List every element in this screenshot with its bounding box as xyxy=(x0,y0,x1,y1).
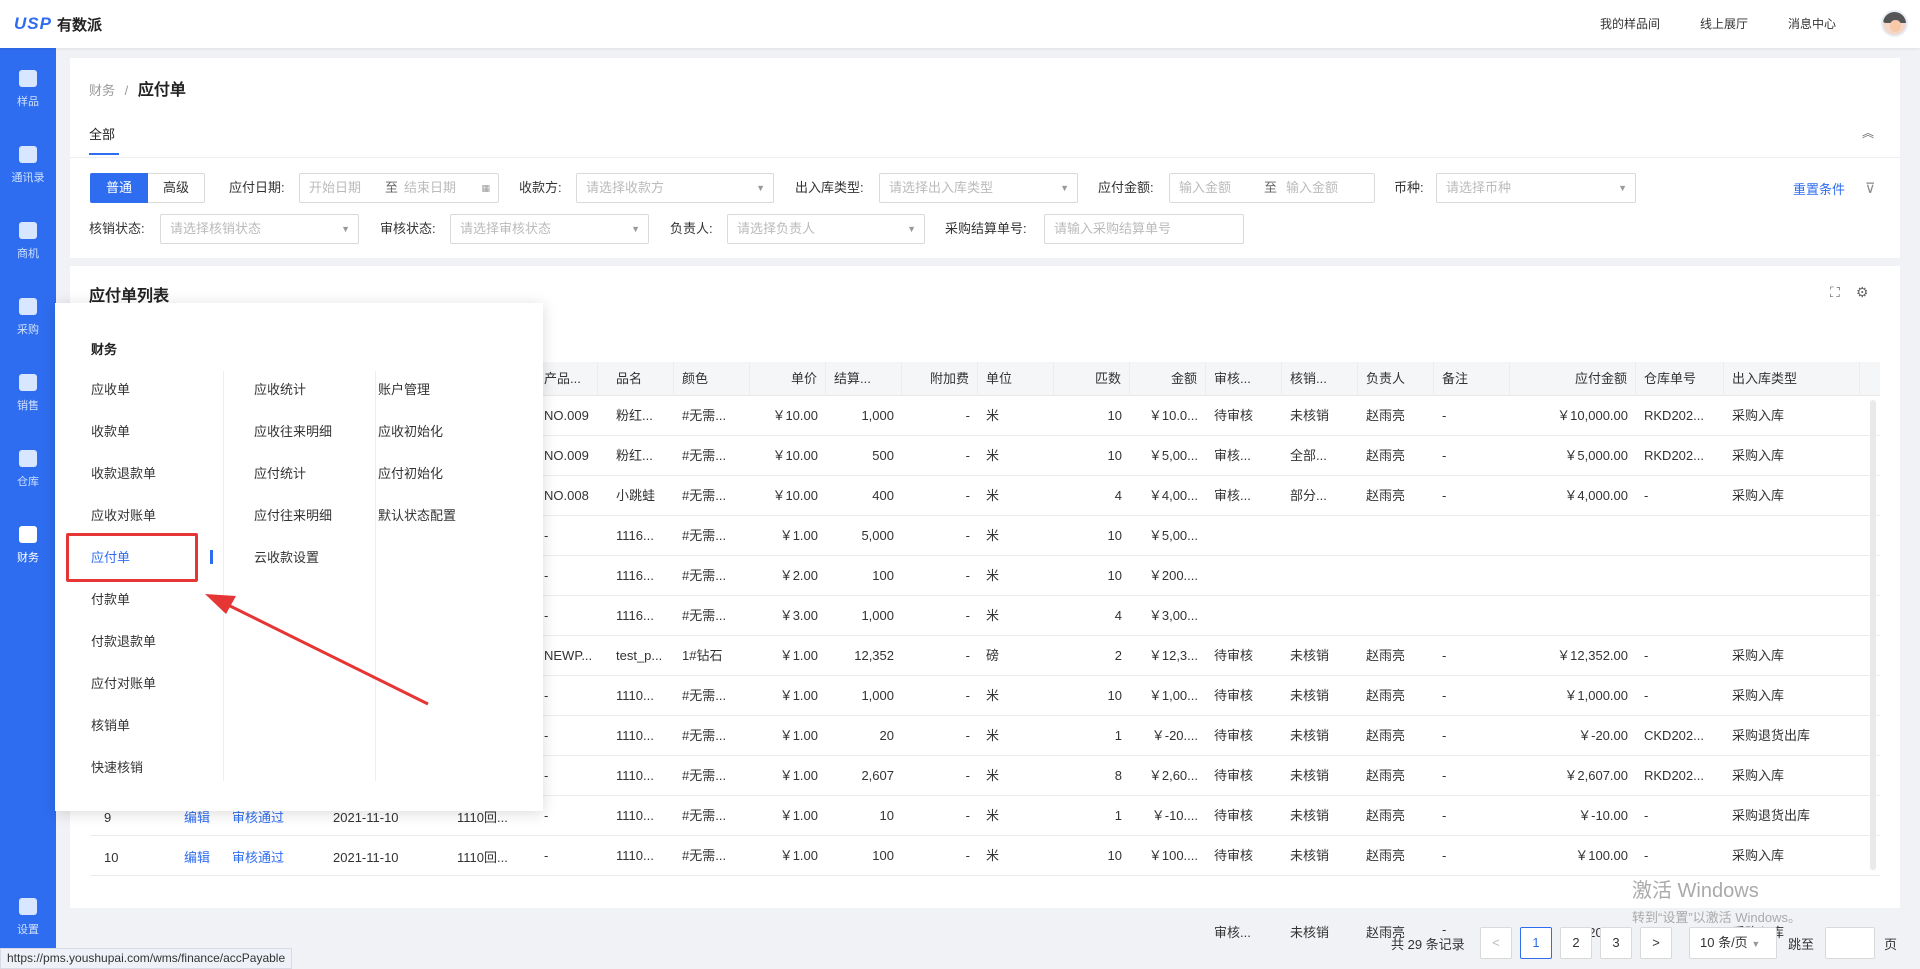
status-url: https://pms.youshupai.com/wms/finance/ac… xyxy=(0,948,293,969)
annotation-arrow xyxy=(205,594,429,706)
